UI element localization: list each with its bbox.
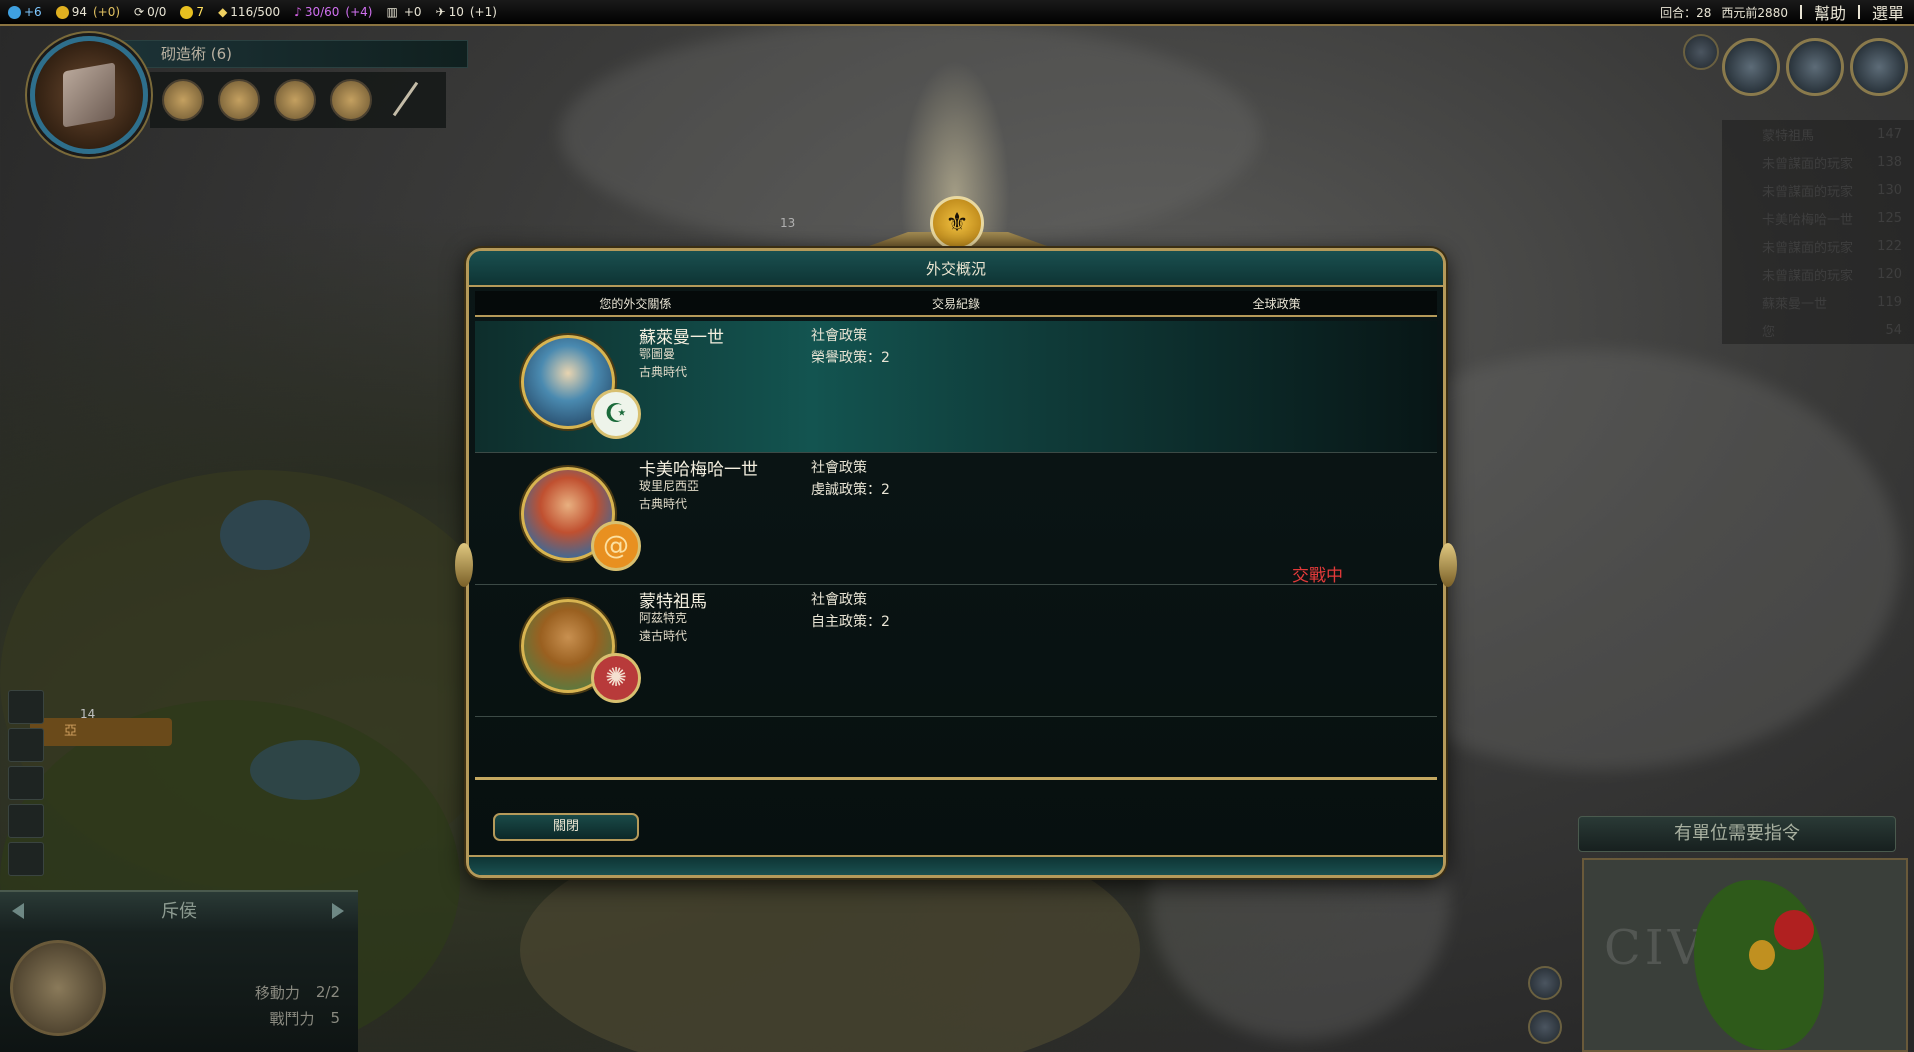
notification-log-button[interactable]: [1683, 34, 1719, 70]
city-size: 13: [780, 216, 796, 230]
score-row[interactable]: 蒙特祖馬 147: [1722, 120, 1914, 148]
unit-needs-orders-button[interactable]: 有單位需要指令: [1578, 816, 1896, 852]
culture-icon: ♪: [294, 5, 302, 19]
sun-stone-icon: ✺: [591, 653, 641, 703]
unit-action-bar: [8, 690, 52, 890]
unlock-icon[interactable]: [274, 79, 316, 121]
gold-yield[interactable]: 94 (+0): [55, 5, 120, 19]
unit-strength: 戰鬥力 5: [269, 1009, 340, 1028]
unit-name-bar: 斥侯: [0, 892, 358, 932]
help-button[interactable]: 幫助: [1814, 0, 1846, 24]
spiral-icon: @: [591, 521, 641, 571]
happiness-icon: [180, 5, 194, 19]
leader-row[interactable]: ☪ 蘇萊曼一世 鄂圖曼 古典時代 社會政策 榮譽政策：2: [475, 321, 1437, 453]
unlock-icon[interactable]: [330, 79, 372, 121]
faith-icon: ✈: [435, 5, 446, 19]
faith[interactable]: ✈ 10 (+1): [436, 5, 497, 19]
eagle-emblem-icon: ⚜: [930, 196, 984, 250]
score-row[interactable]: 未曾謀面的玩家 130: [1722, 176, 1914, 204]
unlock-icon[interactable]: [218, 79, 260, 121]
fortify-icon[interactable]: [8, 690, 44, 724]
skip-turn-icon[interactable]: [8, 842, 44, 876]
masonry-icon: [63, 62, 115, 128]
leader-score-list: 蒙特祖馬 147 未曾謀面的玩家 138 未曾謀面的玩家 130 卡美哈梅哈一世 125…: [1722, 120, 1914, 344]
tab-deal-history[interactable]: 交易紀錄: [796, 291, 1117, 315]
social-policies-button[interactable]: [1722, 38, 1780, 96]
map-options-icon[interactable]: [1528, 966, 1562, 1000]
minimap-territory: [1774, 910, 1814, 950]
leader-row[interactable]: ✺ 蒙特祖馬 阿茲特克 遠古時代 社會政策 自主政策：2: [475, 585, 1437, 717]
score-row[interactable]: 您 54: [1722, 316, 1914, 344]
minimap-territory: [1749, 940, 1775, 970]
crescent-icon: ☪: [591, 389, 641, 439]
unit-panel: 斥侯 移動力 2/2 戰鬥力 5: [0, 890, 358, 1052]
menu-button[interactable]: 選單: [1872, 0, 1904, 24]
score-row[interactable]: 蘇萊曼一世 119: [1722, 288, 1914, 316]
frame-ornament: [1439, 543, 1457, 587]
unit-portrait[interactable]: [10, 940, 106, 1036]
dialog-title: 外交概況: [469, 251, 1443, 287]
diplomatic-overview-dialog: 外交概況 您的外交關係 交易紀錄 全球政策 ☪ 蘇萊曼一世 鄂圖曼 古典時代 社…: [455, 248, 1457, 878]
score-row[interactable]: 未曾謀面的玩家 120: [1722, 260, 1914, 288]
research-progress-button[interactable]: [30, 36, 148, 154]
game-year: 西元前2880: [1721, 5, 1788, 20]
alert-icon[interactable]: [8, 766, 44, 800]
golden-age[interactable]: ◆ 116/500: [218, 5, 280, 19]
tech-unlocks: [150, 72, 446, 128]
war-status: 交戰中: [1292, 566, 1343, 586]
golden-age-icon: ◆: [218, 5, 228, 19]
trade-route-icon: ⟳: [134, 5, 145, 19]
next-unit-icon[interactable]: [332, 903, 344, 919]
quill-icon[interactable]: [386, 79, 426, 121]
strategic-view-icon[interactable]: [1528, 1010, 1562, 1044]
divider: [475, 777, 1437, 780]
explore-icon[interactable]: [8, 728, 44, 762]
score-row[interactable]: 未曾謀面的玩家 122: [1722, 232, 1914, 260]
minimap-watermark: CIV: [1604, 920, 1707, 976]
science-icon: [8, 5, 21, 19]
tab-your-relations[interactable]: 您的外交關係: [475, 291, 796, 315]
dialog-bottom-frame: [469, 855, 1443, 875]
leader-list: ☪ 蘇萊曼一世 鄂圖曼 古典時代 社會政策 榮譽政策：2 @ 卡美哈梅哈一世 玻…: [475, 321, 1437, 721]
leader-row[interactable]: @ 卡美哈梅哈一世 玻里尼西亞 古典時代 社會政策 虔誠政策：2 交戰中: [475, 453, 1437, 586]
tourism-icon: ▥: [386, 5, 398, 19]
turn-counter: 回合：28: [1660, 5, 1712, 20]
frame-ornament: [455, 543, 473, 587]
science-yield[interactable]: +6: [8, 5, 42, 19]
tourism[interactable]: ▥ +0: [386, 5, 421, 19]
unlock-icon[interactable]: [162, 79, 204, 121]
happiness[interactable]: 7: [180, 5, 204, 19]
trade-routes[interactable]: ⟳ 0/0: [134, 5, 166, 19]
score-row[interactable]: 未曾謀面的玩家 138: [1722, 148, 1914, 176]
previous-unit-icon[interactable]: [12, 903, 24, 919]
diplomacy-button[interactable]: [1850, 38, 1908, 96]
close-button[interactable]: 關閉: [493, 813, 639, 841]
culture[interactable]: ♪ 30/60 (+4): [294, 5, 372, 19]
unit-moves: 移動力 2/2: [254, 983, 340, 1002]
topbar-right: 回合：28 西元前2880 幫助 選單: [1660, 0, 1904, 24]
sleep-icon[interactable]: [8, 804, 44, 838]
divider: [1857, 5, 1860, 19]
tab-global-politics[interactable]: 全球政策: [1116, 291, 1437, 315]
map-lake: [220, 500, 310, 570]
current-research-label[interactable]: 砌造術 (6): [120, 40, 468, 68]
resource-bar: +6 94 (+0) ⟳ 0/0 7 ◆ 116/500 ♪ 30/60 (+4…: [0, 0, 1914, 26]
gold-icon: [55, 5, 69, 19]
map-lake: [250, 740, 360, 800]
divider: [1799, 5, 1802, 19]
city-size: 14: [80, 707, 96, 721]
score-row[interactable]: 卡美哈梅哈一世 125: [1722, 204, 1914, 232]
religion-button[interactable]: [1786, 38, 1844, 96]
dialog-tabs: 您的外交關係 交易紀錄 全球政策: [475, 291, 1437, 317]
minimap[interactable]: CIV: [1582, 858, 1908, 1052]
